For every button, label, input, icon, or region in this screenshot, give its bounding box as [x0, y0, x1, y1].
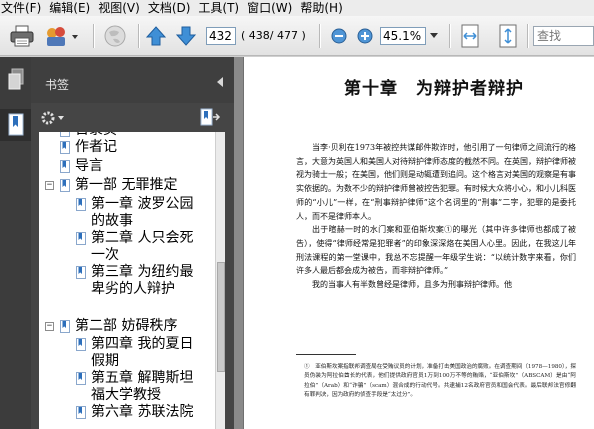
bookmark-item[interactable]: 第二章 人只会死一次	[39, 230, 215, 264]
bookmark-icon	[60, 141, 70, 154]
fit-page-icon[interactable]	[496, 23, 520, 49]
menu-document[interactable]: 文档(D)	[146, 0, 197, 16]
globe-icon[interactable]	[101, 22, 129, 50]
bookmark-item[interactable]: 第三章 为纽约最卑劣的人辩护	[39, 264, 215, 298]
menu-tools[interactable]: 工具(T)	[196, 0, 245, 16]
bookmark-icon	[76, 406, 86, 419]
bookmark-label: 第六章 苏联法院	[91, 404, 194, 420]
bookmark-item[interactable]: 第一章 波罗公园的故事	[39, 196, 215, 230]
options-gear-icon[interactable]	[40, 109, 70, 127]
pages-icon[interactable]	[0, 65, 31, 95]
fit-width-icon[interactable]	[458, 23, 482, 49]
collapse-toggle-icon[interactable]: −	[45, 322, 54, 331]
menu-help[interactable]: 帮助(H)	[298, 0, 348, 16]
menu-view[interactable]: 视图(V)	[96, 0, 146, 16]
panel-toolbar	[31, 104, 234, 132]
collapse-toggle-icon[interactable]: −	[45, 181, 54, 190]
search-input[interactable]	[533, 26, 594, 46]
bookmark-label: 第四章 我的夏日假期	[91, 336, 194, 369]
bookmark-label: 第二部 妨碍秩序	[75, 318, 178, 334]
share-icon[interactable]	[42, 22, 80, 50]
bookmark-item[interactable]: 第六章 苏联法院	[39, 404, 215, 429]
expand-bookmark-icon[interactable]	[199, 108, 223, 128]
bookmark-label: 第五章 解聘斯坦福大学教授	[91, 370, 194, 403]
menu-file[interactable]: 文件(F)	[0, 0, 47, 16]
bookmark-tree: 日录页作者记导言 − 第一部 无罪推定第一章 波罗公园的故事第二章 人只会死一次第三…	[39, 132, 225, 429]
print-icon[interactable]	[8, 22, 36, 50]
bookmark-icon	[60, 132, 70, 137]
zoom-in-icon[interactable]	[356, 26, 374, 46]
bookmark-icon	[76, 266, 86, 279]
pdf-page: 第十章 为辩护者辩护 当李·贝利在1973年被控共谋邮件欺诈时，他引用了一句律师…	[244, 57, 594, 429]
menu-bar: 文件(F) 编辑(E) 视图(V) 文档(D) 工具(T) 窗口(W) 帮助(H…	[0, 0, 594, 16]
menu-edit[interactable]: 编辑(E)	[47, 0, 96, 16]
bookmark-icon	[76, 372, 86, 385]
paragraph: 我的当事人有半数曾经是律师，且多为刑事辩护律师。他	[312, 280, 512, 290]
bookmark-item[interactable]: 第四章 我的夏日假期	[39, 336, 215, 370]
panel-title: 书签	[45, 78, 70, 92]
menu-window[interactable]: 窗口(W)	[245, 0, 298, 16]
bookmark-label: 作者记	[75, 139, 117, 155]
paragraph: 出于暄赫一时的水门案和亚伯斯坎案①的曝光（其中许多律师也都成了被告），使得“律师…	[296, 225, 576, 276]
bookmark-icon	[60, 160, 70, 173]
bookmarks-panel: 书签 日录页作者记导言 − 第一部 无罪推定第一章 波罗公园的故事第二章 人只会死一…	[31, 57, 234, 429]
chapter-title: 第十章 为辩护者辩护	[344, 79, 524, 99]
bookmarks-icon[interactable]	[0, 109, 31, 141]
footnote-rule	[296, 354, 356, 355]
zoom-input[interactable]	[380, 27, 426, 45]
bookmark-item[interactable]: 第五章 解聘斯坦福大学教授	[39, 370, 215, 404]
footnote: ① 亚伯斯坎案指联邦调查局在受贿议员的计划，准备打击美国政治的腐败。在调查期间（…	[304, 364, 576, 399]
bookmark-icon	[60, 179, 70, 192]
panel-header: 书签	[31, 57, 234, 103]
previous-page-icon[interactable]	[145, 24, 167, 48]
bookmark-icon	[76, 198, 86, 211]
zoom-dropdown-icon[interactable]	[428, 30, 440, 42]
bookmark-label: 第二章 人只会死一次	[91, 230, 194, 263]
page-body: 当李·贝利在1973年被控共谋邮件欺诈时，他引用了一句律师之间流行的格言，大意为…	[296, 141, 576, 292]
bookmark-icon	[60, 320, 70, 333]
paragraph: 当李·贝利在1973年被控共谋邮件欺诈时，他引用了一句律师之间流行的格言，大意为…	[296, 143, 576, 221]
bookmark-label: 第三章 为纽约最卑劣的人辩护	[91, 264, 194, 297]
bookmark-label: 导言	[75, 158, 103, 174]
bookmark-icon	[76, 338, 86, 351]
next-page-icon[interactable]	[175, 24, 197, 48]
bookmark-label: 第一章 波罗公园的故事	[91, 196, 194, 229]
page-number-input[interactable]	[206, 27, 236, 45]
bookmark-icon	[76, 232, 86, 245]
collapse-panel-icon[interactable]	[217, 77, 223, 87]
navigation-strip	[0, 57, 31, 429]
bookmark-label: 日录页	[75, 132, 117, 139]
zoom-out-icon[interactable]	[330, 26, 348, 46]
page-count: ( 438/ 477 )	[241, 29, 306, 42]
scrollbar-thumb[interactable]	[217, 262, 225, 372]
bookmark-label: 第一部 无罪推定	[75, 177, 178, 193]
tree-scrollbar[interactable]	[215, 132, 225, 429]
